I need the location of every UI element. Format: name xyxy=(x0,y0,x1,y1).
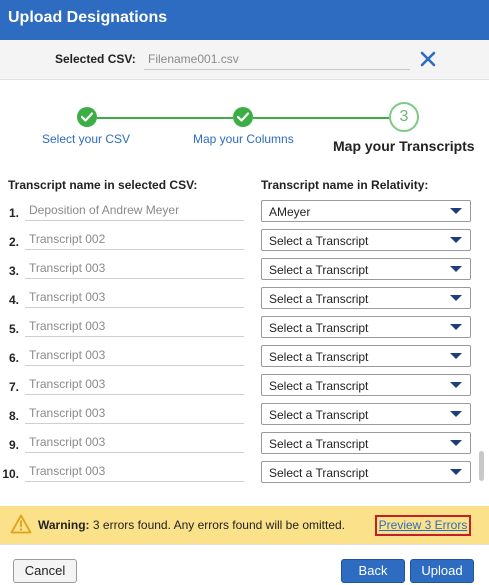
warning-label: Warning: xyxy=(38,518,90,532)
dialog-title: Upload Designations xyxy=(8,9,168,26)
preview-errors-link[interactable]: Preview 3 Errors xyxy=(375,515,471,536)
table-row: 5. Transcript 003 Select a Transcript xyxy=(0,313,489,342)
chevron-down-icon xyxy=(450,295,462,301)
csv-transcript-name: Transcript 003 xyxy=(25,316,244,337)
warning-text: Warning: 3 errors found. Any errors foun… xyxy=(38,518,345,532)
chevron-down-icon xyxy=(450,440,462,446)
row-number: 4. xyxy=(8,293,19,307)
table-row: 9. Transcript 003 Select a Transcript xyxy=(0,429,489,458)
chevron-down-icon xyxy=(450,208,462,214)
transcript-select-value: Select a Transcript xyxy=(269,263,369,277)
table-row: 4. Transcript 003 Select a Transcript xyxy=(0,284,489,313)
transcript-select-value: Select a Transcript xyxy=(269,350,369,364)
step-3-number: 3 xyxy=(389,102,419,132)
csv-transcript-name: Transcript 003 xyxy=(25,432,244,453)
transcript-select-value: AMeyer xyxy=(269,205,311,219)
transcript-select-value: Select a Transcript xyxy=(269,292,369,306)
table-row: 3. Transcript 003 Select a Transcript xyxy=(0,255,489,284)
transcript-select-value: Select a Transcript xyxy=(269,321,369,335)
step-2-check-icon xyxy=(233,107,253,127)
transcript-select-value: Select a Transcript xyxy=(269,234,369,248)
scrollbar-thumb[interactable] xyxy=(479,451,484,481)
transcript-select[interactable]: Select a Transcript xyxy=(261,316,471,338)
csv-transcript-name: Transcript 003 xyxy=(25,461,244,482)
back-button[interactable]: Back xyxy=(341,559,405,583)
step-connector-1 xyxy=(97,117,233,119)
selected-csv-label: Selected CSV: xyxy=(55,52,136,66)
row-number: 9. xyxy=(8,438,19,452)
table-row: 1. Deposition of Andrew Meyer AMeyer xyxy=(0,197,489,226)
transcript-select-value: Select a Transcript xyxy=(269,466,369,480)
row-number: 10. xyxy=(2,467,19,481)
chevron-down-icon xyxy=(450,411,462,417)
dialog-titlebar: Upload Designations xyxy=(0,0,489,40)
row-number: 3. xyxy=(8,264,19,278)
transcript-select[interactable]: Select a Transcript xyxy=(261,432,471,454)
transcript-select-value: Select a Transcript xyxy=(269,437,369,451)
cancel-button[interactable]: Cancel xyxy=(13,559,77,583)
transcript-select[interactable]: Select a Transcript xyxy=(261,229,471,251)
csv-transcript-name: Transcript 002 xyxy=(25,229,244,250)
transcript-select[interactable]: AMeyer xyxy=(261,200,471,222)
row-number: 8. xyxy=(8,409,19,423)
csv-transcript-name: Transcript 003 xyxy=(25,403,244,424)
row-number: 1. xyxy=(8,206,19,220)
transcript-select[interactable]: Select a Transcript xyxy=(261,258,471,280)
row-number: 5. xyxy=(8,322,19,336)
table-row: 2. Transcript 002 Select a Transcript xyxy=(0,226,489,255)
chevron-down-icon xyxy=(450,382,462,388)
chevron-down-icon xyxy=(450,266,462,272)
csv-transcript-name: Transcript 003 xyxy=(25,258,244,279)
table-row: 8. Transcript 003 Select a Transcript xyxy=(0,400,489,429)
csv-transcript-name: Deposition of Andrew Meyer xyxy=(25,200,244,221)
step-1-label[interactable]: Select your CSV xyxy=(42,132,130,146)
row-number: 2. xyxy=(8,235,19,249)
step-2-label[interactable]: Map your Columns xyxy=(193,132,294,146)
table-row: 6. Transcript 003 Select a Transcript xyxy=(0,342,489,371)
chevron-down-icon xyxy=(450,324,462,330)
chevron-down-icon xyxy=(450,353,462,359)
step-3-label: Map your Transcripts xyxy=(333,138,475,154)
transcript-select[interactable]: Select a Transcript xyxy=(261,374,471,396)
csv-transcript-name: Transcript 003 xyxy=(25,345,244,366)
row-number: 7. xyxy=(8,380,19,394)
warning-message: 3 errors found. Any errors found will be… xyxy=(92,518,346,532)
transcript-select[interactable]: Select a Transcript xyxy=(261,461,471,483)
transcript-select[interactable]: Select a Transcript xyxy=(261,287,471,309)
relativity-column-header: Transcript name in Relativity: xyxy=(261,178,429,192)
transcript-select-value: Select a Transcript xyxy=(269,408,369,422)
warning-bar: Warning: 3 errors found. Any errors foun… xyxy=(0,506,489,544)
close-icon[interactable] xyxy=(417,48,439,70)
step-connector-2 xyxy=(253,117,389,119)
table-row: 7. Transcript 003 Select a Transcript xyxy=(0,371,489,400)
chevron-down-icon xyxy=(450,237,462,243)
transcript-select[interactable]: Select a Transcript xyxy=(261,345,471,367)
upload-button[interactable]: Upload xyxy=(410,559,474,583)
csv-transcript-name: Transcript 003 xyxy=(25,287,244,308)
csv-transcript-name: Transcript 003 xyxy=(25,374,244,395)
step-1-check-icon xyxy=(77,107,97,127)
chevron-down-icon xyxy=(450,469,462,475)
transcript-select-value: Select a Transcript xyxy=(269,379,369,393)
csv-column-header: Transcript name in selected CSV: xyxy=(8,178,198,192)
warning-icon xyxy=(10,514,32,539)
row-number: 6. xyxy=(8,351,19,365)
transcript-select[interactable]: Select a Transcript xyxy=(261,403,471,425)
selected-csv-bar: Selected CSV: Filename001.csv xyxy=(0,40,489,80)
dialog-footer: Cancel Back Upload xyxy=(0,544,489,585)
table-row: 10. Transcript 003 Select a Transcript xyxy=(0,458,489,487)
selected-csv-filename: Filename001.csv xyxy=(144,49,410,70)
